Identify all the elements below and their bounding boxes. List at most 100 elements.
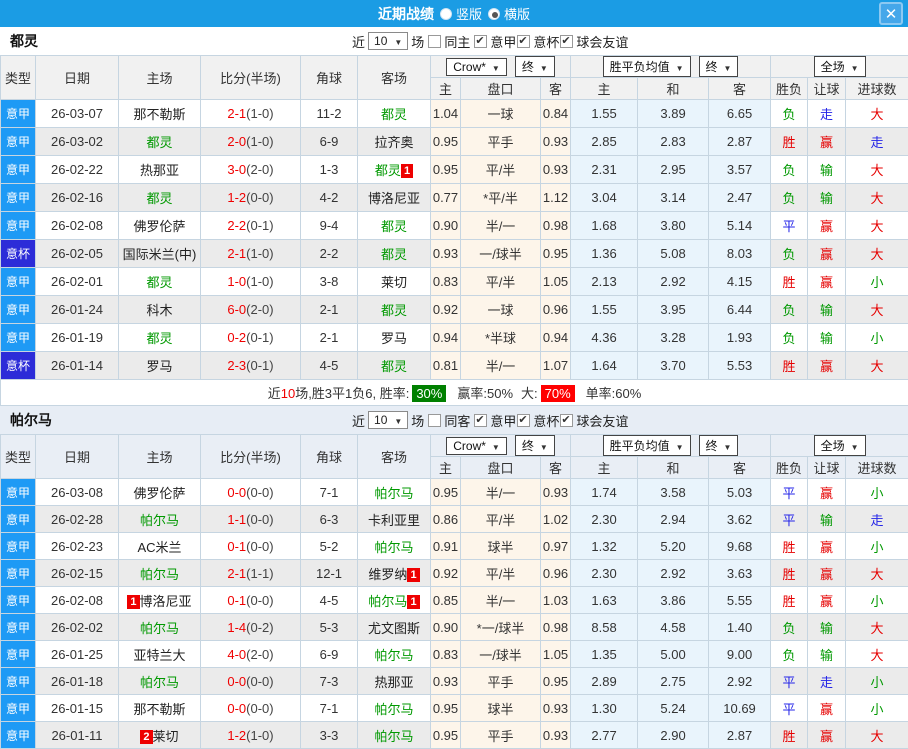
match-row: 意甲 26-02-02 帕尔马 1-4(0-2) 5-3 尤文图斯 0.90 *… — [0, 613, 908, 641]
team-name: 帕尔马 — [10, 412, 52, 428]
avg-period-select[interactable]: 终 — [698, 56, 739, 77]
handicap-result-cell: 赢 — [807, 239, 847, 268]
avg-draw-cell: 3.86 — [637, 586, 710, 614]
goals-cell: 大 — [845, 640, 908, 668]
league-type-cell: 意甲 — [0, 155, 36, 184]
match-row: 意甲 26-01-18 帕尔马 0-0(0-0) 7-3 热那亚 0.93 平手… — [0, 667, 908, 695]
close-icon[interactable]: ✕ — [879, 2, 903, 25]
same-venue-checkbox[interactable]: 同主 — [427, 32, 470, 51]
home-team-name: 罗马 — [146, 359, 173, 374]
home-team-cell: 帕尔马 — [118, 667, 201, 695]
radio-selected-icon[interactable] — [488, 7, 500, 20]
avg-type-select[interactable]: 胜平负均值 — [602, 435, 691, 456]
away-team-name: 罗马 — [380, 331, 407, 346]
chevron-down-icon — [394, 413, 402, 427]
summary-cell: 近10场,胜3平1负6, 胜率: 30% 赢率:50% 大: 70% 单率:60% — [0, 379, 908, 406]
result-cell: 平 — [770, 667, 809, 695]
match-row: 意杯 26-02-05 国际米兰(中) 2-1(1-0) 2-2 都灵 0.93… — [0, 239, 908, 268]
goals-cell: 大 — [845, 613, 908, 641]
home-team-name: 那不勒斯 — [133, 107, 186, 122]
league-filter-checkbox[interactable]: 球会友谊 — [559, 411, 628, 430]
col-handicap-result: 让球 — [807, 77, 847, 100]
handicap-cell: 球半 — [460, 532, 541, 560]
match-row: 意甲 26-02-16 都灵 1-2(0-0) 4-2 博洛尼亚 0.77 *平… — [0, 183, 908, 212]
odds-period-select[interactable]: 终 — [514, 435, 555, 456]
handicap-result-cell: 赢 — [807, 721, 847, 749]
layout-radio-horizontal[interactable]: 横版 — [488, 4, 530, 23]
avg-away-cell: 2.47 — [708, 183, 772, 212]
handicap-cell: *平/半 — [460, 183, 541, 212]
goals-cell: 走 — [845, 127, 908, 156]
match-count-select[interactable]: 10 — [368, 411, 409, 429]
checkbox-icon[interactable] — [474, 413, 488, 427]
same-venue-checkbox[interactable]: 同客 — [427, 411, 470, 430]
odds-away-cell: 1.12 — [539, 183, 572, 212]
handicap-result-cell: 输 — [807, 295, 847, 324]
odds-away-cell: 0.96 — [539, 559, 572, 587]
halftime-score: (2-0) — [246, 302, 274, 317]
scope-select[interactable]: 全场 — [813, 56, 866, 77]
checkbox-icon[interactable] — [560, 413, 574, 427]
league-filter-checkbox[interactable]: 意杯 — [516, 411, 559, 430]
fulltime-score: 1-0 — [227, 274, 247, 289]
avg-type-select[interactable]: 胜平负均值 — [602, 56, 691, 77]
filter-bar: 近 10 场 同主 意甲意杯球会友谊 — [352, 27, 628, 55]
goals-cell: 大 — [845, 295, 908, 324]
league-filter-checkbox[interactable]: 球会友谊 — [559, 32, 628, 51]
checkbox-icon[interactable] — [428, 34, 442, 48]
corner-cell: 1-3 — [300, 155, 358, 184]
radio-icon[interactable] — [439, 7, 452, 20]
away-team-cell: 都灵 — [357, 211, 431, 240]
away-team-name: 都灵 — [380, 359, 407, 374]
match-row: 意甲 26-02-08 1 博洛尼亚 0-1(0-0) 4-5 帕尔马 1 0.85… — [0, 586, 908, 614]
checkbox-icon[interactable] — [428, 413, 442, 427]
odds-group-header: Crow* 终 — [429, 434, 572, 457]
avg-away-cell: 3.62 — [708, 505, 772, 533]
home-team-cell: 都灵 — [118, 267, 201, 296]
checkbox-icon[interactable] — [517, 34, 531, 48]
avg-home-cell: 1.55 — [570, 295, 639, 324]
red-card-badge: 1 — [407, 567, 420, 582]
result-cell: 平 — [770, 694, 809, 722]
avg-period-select[interactable]: 终 — [698, 435, 739, 456]
avg-away-cell: 2.92 — [708, 667, 772, 695]
league-filter-checkbox[interactable]: 意杯 — [516, 32, 559, 51]
home-team-name: AC米兰 — [137, 539, 182, 555]
goals-cell: 大 — [845, 721, 908, 749]
date-cell: 26-02-08 — [35, 211, 119, 240]
corner-cell: 7-1 — [300, 478, 358, 506]
corner-cell: 6-9 — [300, 640, 358, 668]
corner-cell: 4-2 — [300, 183, 358, 212]
odds-away-cell: 0.93 — [539, 721, 572, 749]
bookmaker-select[interactable]: Crow* — [446, 436, 507, 455]
match-row: 意甲 26-02-08 佛罗伦萨 2-2(0-1) 9-4 都灵 0.90 半/… — [0, 211, 908, 240]
league-filter-checkbox[interactable]: 意甲 — [473, 411, 516, 430]
avg-away-cell: 3.57 — [708, 155, 772, 184]
handicap-result-cell: 输 — [807, 323, 847, 352]
odds-group-header: Crow* 终 — [429, 55, 572, 78]
col-home: 主场 — [118, 434, 201, 479]
match-count-value: 10 — [374, 413, 388, 427]
bookmaker-select[interactable]: Crow* — [446, 57, 507, 76]
away-team-name: 都灵 — [380, 219, 407, 234]
home-team-name: 帕尔马 — [139, 620, 179, 636]
match-count-select[interactable]: 10 — [368, 32, 409, 50]
home-team-cell: 热那亚 — [118, 155, 201, 184]
checkbox-icon[interactable] — [517, 413, 531, 427]
near-label: 近 — [352, 34, 366, 50]
league-type-cell: 意甲 — [0, 295, 36, 324]
league-filter-checkbox[interactable]: 意甲 — [473, 32, 516, 51]
checkbox-icon[interactable] — [560, 34, 574, 48]
avg-away-cell: 5.14 — [708, 211, 772, 240]
scope-select[interactable]: 全场 — [813, 435, 866, 456]
red-card-badge: 2 — [140, 729, 153, 744]
home-team-cell: 国际米兰(中) — [118, 239, 201, 268]
away-team-cell: 维罗纳 1 — [357, 559, 431, 587]
layout-radio-vertical[interactable]: 竖版 — [439, 4, 482, 23]
checkbox-icon[interactable] — [474, 34, 488, 48]
score-cell: 4-0(2-0) — [200, 640, 301, 668]
league-filter-label: 意杯 — [533, 34, 560, 50]
same-venue-label: 同主 — [444, 34, 471, 50]
odds-period-select[interactable]: 终 — [514, 56, 555, 77]
home-team-name: 帕尔马 — [139, 674, 179, 690]
